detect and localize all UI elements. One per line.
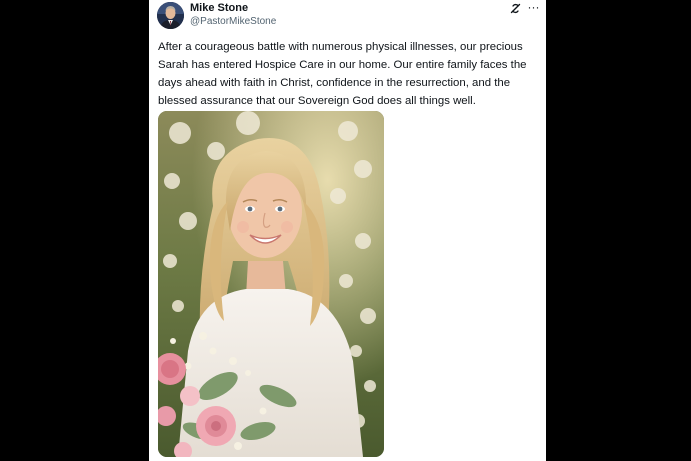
- post-text: After a courageous battle with numerous …: [158, 38, 542, 110]
- author-display-name[interactable]: Mike Stone: [190, 2, 248, 15]
- author-handle[interactable]: @PastorMikeStone: [190, 15, 276, 28]
- portrait-photo-icon: [158, 111, 384, 457]
- post-photo[interactable]: [158, 111, 384, 457]
- grok-icon[interactable]: [509, 2, 522, 15]
- profile-photo-icon: [157, 2, 184, 29]
- avatar[interactable]: [157, 2, 184, 29]
- more-options-icon[interactable]: ···: [527, 1, 540, 14]
- tweet-card: Mike Stone @PastorMikeStone ··· After a …: [149, 0, 546, 461]
- post-body: After a courageous battle with numerous …: [158, 41, 527, 107]
